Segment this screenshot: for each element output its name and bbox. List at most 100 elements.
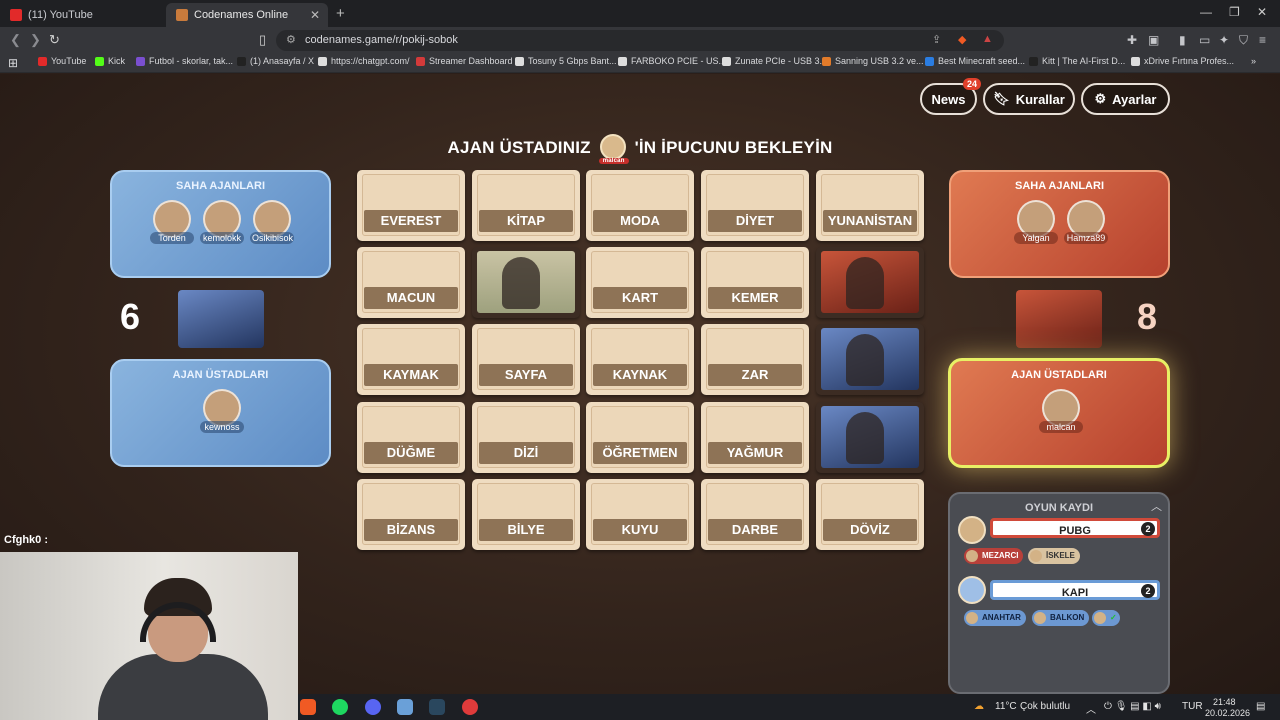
bookmark-label: Futbol - skorlar, tak... (149, 56, 234, 66)
player-name: kewnoss (200, 421, 244, 433)
word-card[interactable]: BİZANS (357, 479, 465, 550)
weather-temp: 11°C (995, 701, 1017, 712)
bookmark-item[interactable]: FARBOKO PCIE - US... (618, 56, 726, 66)
bookmark-item[interactable]: Best Minecraft seed... (925, 56, 1025, 66)
word-card[interactable]: KART (586, 247, 694, 318)
guess-word: BALKON (1050, 613, 1085, 622)
rules-label: Kurallar (1015, 91, 1065, 107)
clue-entry: KAPI 2 (990, 580, 1160, 600)
bookmark-favicon-icon (822, 56, 831, 66)
spotify-taskbar-icon[interactable] (332, 699, 348, 715)
card-word: KAYMAK (364, 364, 458, 386)
word-card[interactable]: YAĞMUR (701, 402, 809, 473)
card-word: ÖĞRETMEN (593, 442, 687, 464)
bookmark-item[interactable]: xDrive Fırtına Profes... (1131, 56, 1234, 66)
card-word: DİZİ (479, 442, 573, 464)
settings-button[interactable]: ⚙ Ayarlar (1081, 83, 1170, 115)
card-word: SAYFA (479, 364, 573, 386)
leo-ai-icon[interactable]: ✦ (1219, 33, 1229, 47)
word-card[interactable]: ZAR (701, 324, 809, 395)
tab-youtube[interactable]: (11) YouTube (0, 3, 165, 27)
word-card[interactable]: KUYU (586, 479, 694, 550)
card-word: KAYNAK (593, 364, 687, 386)
bookmark-item[interactable]: Zunate PCIe - USB 3.... (722, 56, 830, 66)
bookmark-item[interactable]: Tosuny 5 Gbps Bant... (515, 56, 617, 66)
settings-label: Ayarlar (1112, 91, 1157, 107)
tab-search-icon[interactable]: ▣ (1148, 33, 1159, 47)
forward-icon[interactable]: ❯ (30, 32, 41, 48)
bookmark-label: (1) Anasayfa / X (250, 56, 315, 66)
close-tab-icon[interactable]: ✕ (310, 8, 320, 22)
bookmark-favicon-icon (925, 56, 934, 66)
new-tab-icon[interactable]: + (336, 5, 345, 22)
maximize-icon[interactable]: ❐ (1229, 5, 1240, 19)
word-card[interactable]: MACUN (357, 247, 465, 318)
bookmark-item[interactable]: YouTube (38, 56, 86, 66)
sidebar-icon[interactable]: ▮ (1179, 33, 1186, 47)
card-word: KİTAP (479, 210, 573, 232)
tab-codenames[interactable]: Codenames Online ✕ (166, 3, 328, 27)
address-bar-row: ❮ ❯ ↻ ▯ ⚙ codenames.game/r/pokij-sobok ⇪… (0, 27, 1280, 53)
word-card[interactable]: YUNANİSTAN (816, 170, 924, 241)
news-button[interactable]: News 24 (920, 78, 981, 115)
word-card[interactable]: EVEREST (357, 170, 465, 241)
collapse-icon[interactable]: ︿ (1151, 498, 1162, 514)
menu-icon[interactable]: ≡ (1259, 33, 1266, 47)
guess-chip: BALKON (1032, 610, 1090, 626)
steam-taskbar-icon[interactable] (429, 699, 445, 715)
bookmark-item[interactable]: (1) Anasayfa / X (237, 56, 314, 66)
tab-label: Codenames Online (194, 9, 289, 21)
word-card[interactable]: KAYNAK (586, 324, 694, 395)
word-card[interactable]: KAYMAK (357, 324, 465, 395)
guess-chip: ✓ (1092, 610, 1120, 626)
brave-taskbar-icon[interactable] (300, 699, 316, 715)
vpn-icon[interactable]: ⛉ (1239, 33, 1248, 48)
bookmark-item[interactable]: Kitt | The AI-First D... (1029, 56, 1125, 66)
more-bookmarks-icon[interactable]: » (1251, 56, 1256, 66)
bookmark-item[interactable]: Sanning USB 3.2 ve... (822, 56, 924, 66)
tray-chevron-icon[interactable]: ︿ (1086, 701, 1096, 716)
bookmark-icon[interactable]: ▯ (259, 32, 266, 48)
red-agent-card-icon (1016, 290, 1102, 348)
minimize-icon[interactable]: — (1200, 5, 1212, 19)
bookmark-item[interactable]: https://chatgpt.com/ (318, 56, 410, 66)
bookmark-item[interactable]: Streamer Dashboard (416, 56, 513, 66)
wallet-icon[interactable]: ▭ (1199, 33, 1210, 47)
card-word: KEMER (708, 287, 802, 309)
tray-icons[interactable]: ⏻ 🎙︎ ▤ ◧ 🔊︎ (1104, 701, 1161, 712)
word-card[interactable]: DİYET (701, 170, 809, 241)
player-name: Torden (150, 232, 194, 244)
webcam-overlay (0, 552, 298, 720)
word-card[interactable]: DİZİ (472, 402, 580, 473)
word-card[interactable]: KİTAP (472, 170, 580, 241)
bookmark-item[interactable]: Futbol - skorlar, tak... (136, 56, 233, 66)
reload-icon[interactable]: ↻ (49, 32, 60, 48)
word-card[interactable]: DÜĞME (357, 402, 465, 473)
app-taskbar-icon[interactable] (397, 699, 413, 715)
bookmark-item[interactable]: Kick (95, 56, 125, 66)
discord-taskbar-icon[interactable] (365, 699, 381, 715)
brave-rewards-icon[interactable]: ▲ (982, 33, 993, 45)
word-card[interactable]: MODA (586, 170, 694, 241)
guess-word: ANAHTAR (982, 613, 1021, 622)
word-card[interactable]: BİLYE (472, 479, 580, 550)
share-icon[interactable]: ⇪ (932, 33, 941, 46)
close-window-icon[interactable]: ✕ (1257, 5, 1267, 19)
word-card[interactable]: SAYFA (472, 324, 580, 395)
site-info-icon[interactable]: ⚙ (286, 33, 296, 46)
back-icon[interactable]: ❮ (10, 32, 21, 48)
word-card[interactable]: DÖVİZ (816, 479, 924, 550)
notification-icon[interactable]: ▤ (1256, 701, 1265, 712)
revealed-card-blue (816, 402, 924, 473)
word-card[interactable]: ÖĞRETMEN (586, 402, 694, 473)
language-indicator[interactable]: TUR (1182, 701, 1203, 712)
obs-taskbar-icon[interactable] (462, 699, 478, 715)
clue-entry: PUBG 2 (990, 518, 1160, 538)
rules-button[interactable]: 🔖︎ Kurallar (983, 83, 1075, 115)
extensions-icon[interactable]: ✚ (1127, 33, 1137, 47)
brave-shield-icon[interactable]: ◆ (958, 33, 966, 46)
word-card[interactable]: DARBE (701, 479, 809, 550)
url-input[interactable]: ⚙ codenames.game/r/pokij-sobok ⇪ ◆ ▲ (276, 30, 1004, 51)
apps-grid-icon[interactable]: ⊞ (8, 56, 18, 70)
word-card[interactable]: KEMER (701, 247, 809, 318)
